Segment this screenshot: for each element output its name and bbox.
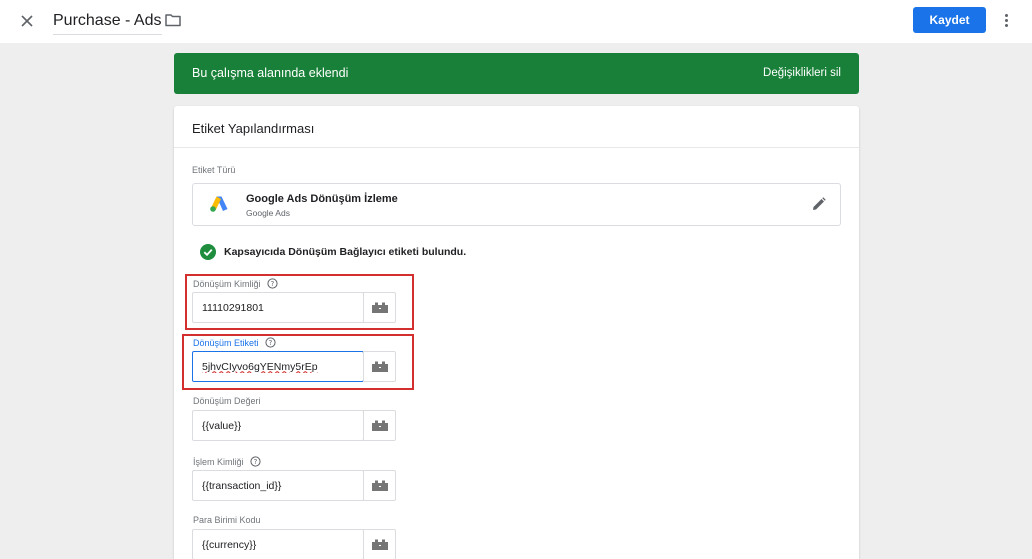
variable-block-icon [371,539,388,550]
discard-changes-link[interactable]: Değişiklikleri sil [763,67,841,79]
close-icon [21,15,33,27]
conversion-value-row [192,410,396,441]
conversion-value-label: Dönüşüm Değeri [193,396,261,406]
pencil-icon[interactable] [811,196,827,212]
tag-title-input[interactable]: Purchase - Ads [53,10,162,35]
variable-block-icon [371,480,388,491]
folder-icon [165,14,181,27]
variable-block-icon [371,420,388,431]
folder-button[interactable] [164,11,182,29]
variable-picker-button[interactable] [363,410,396,441]
highlight-box-conversion-id [185,274,414,330]
highlight-box-conversion-label [182,334,414,390]
conversion-value-input[interactable] [192,410,364,441]
tag-type-selector[interactable]: Google Ads Dönüşüm İzleme Google Ads [192,183,841,226]
more-menu-button[interactable] [998,10,1014,30]
svg-text:?: ? [253,458,257,466]
currency-code-row [192,529,396,559]
currency-code-label: Para Birimi Kodu [193,515,261,525]
save-button[interactable]: Kaydet [913,7,986,33]
banner-message: Bu çalışma alanında eklendi [192,66,349,80]
card-title: Etiket Yapılandırması [174,106,859,148]
tag-type-label: Etiket Türü [192,165,236,175]
more-vert-icon [1004,13,1008,17]
tag-type-name: Google Ads Dönüşüm İzleme [246,193,398,205]
transaction-id-label: İşlem Kimliği ? [193,456,261,467]
close-button[interactable] [16,10,38,32]
tag-configuration-card: Etiket Yapılandırması Etiket Türü Google… [174,106,859,559]
tag-type-subtitle: Google Ads [246,208,290,218]
transaction-id-row [192,470,396,501]
check-circle-icon [200,244,216,260]
help-icon[interactable]: ? [249,456,261,467]
variable-picker-button[interactable] [363,529,396,559]
variable-picker-button[interactable] [363,470,396,501]
google-ads-logo-icon [210,196,228,212]
linker-found-message: Kapsayıcıda Dönüşüm Bağlayıcı etiketi bu… [200,244,466,260]
top-bar: Purchase - Ads Kaydet [0,0,1032,43]
workspace-banner: Bu çalışma alanında eklendi Değişiklikle… [174,53,859,94]
transaction-id-input[interactable] [192,470,364,501]
currency-code-input[interactable] [192,529,364,559]
